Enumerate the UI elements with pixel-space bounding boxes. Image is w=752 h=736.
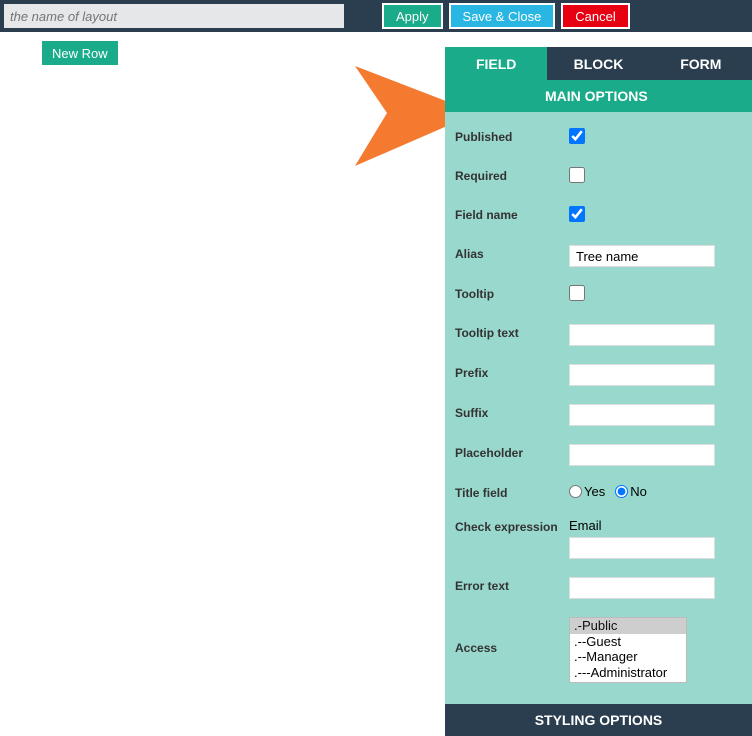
label-prefix: Prefix [455, 364, 569, 380]
cancel-button[interactable]: Cancel [561, 3, 629, 29]
title-field-no-radio[interactable] [615, 485, 628, 498]
label-access: Access [455, 617, 569, 655]
label-tooltip-text: Tooltip text [455, 324, 569, 340]
label-tooltip: Tooltip [455, 285, 569, 301]
check-expression-input[interactable] [569, 537, 715, 559]
alias-input[interactable] [569, 245, 715, 267]
form-body: Published Required Field name Alias Tool… [445, 112, 752, 704]
tab-form[interactable]: FORM [650, 47, 752, 80]
label-required: Required [455, 167, 569, 183]
published-checkbox[interactable] [569, 128, 585, 144]
label-suffix: Suffix [455, 404, 569, 420]
access-listbox[interactable]: .-Public.--Guest.--Manager.---Administra… [569, 617, 687, 683]
label-placeholder: Placeholder [455, 444, 569, 460]
access-option[interactable]: .--Guest [570, 634, 686, 650]
title-field-no-label: No [630, 484, 647, 499]
access-option[interactable]: .--Manager [570, 649, 686, 665]
main-options-header[interactable]: MAIN OPTIONS [445, 80, 752, 112]
label-title-field: Title field [455, 484, 569, 500]
title-field-yes-label: Yes [584, 484, 605, 499]
tooltip-checkbox[interactable] [569, 285, 585, 301]
access-option[interactable]: .---Administrator [570, 665, 686, 681]
label-alias: Alias [455, 245, 569, 261]
label-field-name: Field name [455, 206, 569, 222]
label-check-expression: Check expression [455, 518, 569, 534]
suffix-input[interactable] [569, 404, 715, 426]
layout-name-input[interactable] [4, 4, 344, 28]
save-close-button[interactable]: Save & Close [449, 3, 556, 29]
field-name-checkbox[interactable] [569, 206, 585, 222]
access-option[interactable]: .-Public [570, 618, 686, 634]
top-bar: Apply Save & Close Cancel [0, 0, 752, 32]
styling-options-header[interactable]: STYLING OPTIONS [445, 704, 752, 736]
tab-block[interactable]: BLOCK [547, 47, 649, 80]
new-row-button[interactable]: New Row [40, 39, 120, 67]
prefix-input[interactable] [569, 364, 715, 386]
tab-field[interactable]: FIELD [445, 47, 547, 80]
panel-tabs: FIELD BLOCK FORM [445, 47, 752, 80]
tooltip-text-input[interactable] [569, 324, 715, 346]
error-text-input[interactable] [569, 577, 715, 599]
label-error-text: Error text [455, 577, 569, 593]
check-expression-value: Email [569, 518, 742, 533]
placeholder-input[interactable] [569, 444, 715, 466]
required-checkbox[interactable] [569, 167, 585, 183]
apply-button[interactable]: Apply [382, 3, 443, 29]
side-panel: FIELD BLOCK FORM MAIN OPTIONS Published … [445, 47, 752, 736]
title-field-yes-radio[interactable] [569, 485, 582, 498]
label-published: Published [455, 128, 569, 144]
